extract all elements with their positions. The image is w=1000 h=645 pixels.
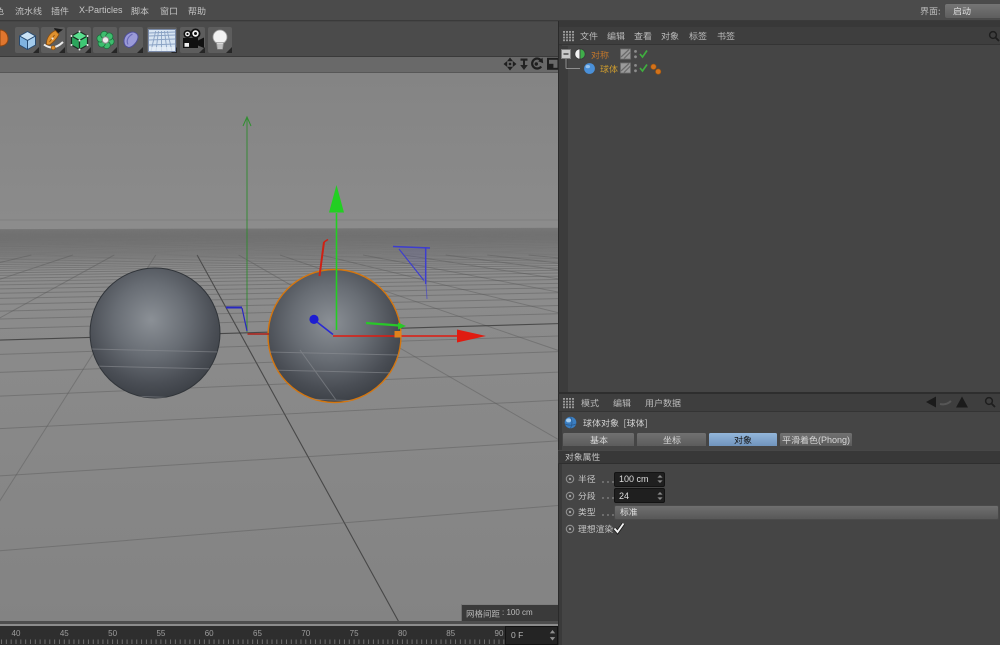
svg-text:45: 45 <box>60 629 69 638</box>
svg-text:75: 75 <box>350 629 359 638</box>
svg-text:50: 50 <box>108 629 117 638</box>
svg-text:40: 40 <box>12 629 21 638</box>
svg-text:80: 80 <box>398 629 407 638</box>
svg-text:55: 55 <box>156 629 165 638</box>
svg-text:90: 90 <box>495 629 504 638</box>
svg-text:70: 70 <box>301 629 310 638</box>
svg-text:60: 60 <box>205 629 214 638</box>
svg-text:65: 65 <box>253 629 262 638</box>
svg-text:85: 85 <box>446 629 455 638</box>
